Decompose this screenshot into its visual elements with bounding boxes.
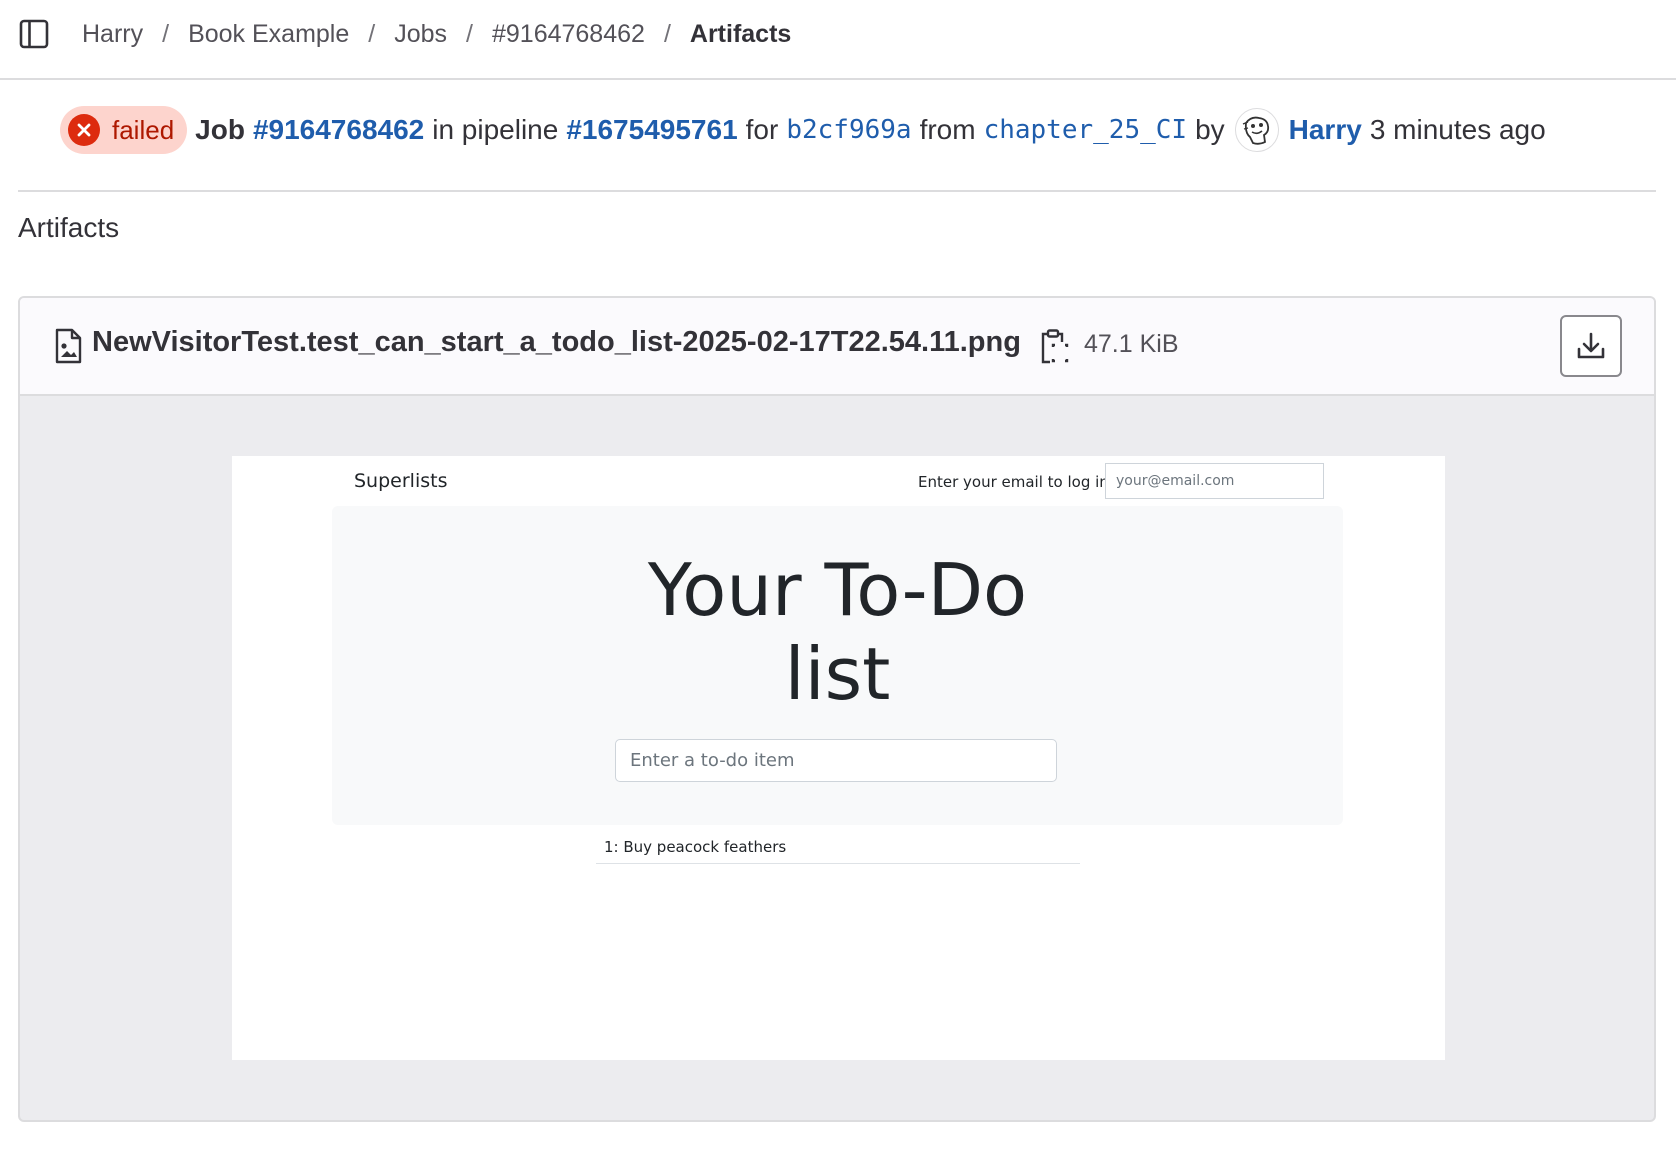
job-header: failed Job #9164768462 in pipeline #1675… [18, 82, 1656, 192]
for-text: for [745, 114, 779, 145]
failed-status-icon [68, 114, 100, 146]
file-image-icon [55, 328, 82, 364]
user-avatar-icon [1237, 111, 1276, 149]
by-text: by [1195, 114, 1225, 145]
breadcrumb-separator: / [663, 19, 671, 48]
page-title: Artifacts [18, 212, 120, 243]
sidebar-icon [19, 19, 49, 49]
download-icon [1577, 332, 1605, 359]
file-size: 47.1 KiB [1084, 330, 1179, 358]
preview-table-row: 1: Buy peacock feathers [596, 830, 1080, 864]
user-link[interactable]: Harry [1289, 114, 1362, 146]
download-button[interactable] [1560, 315, 1622, 377]
preview-brand: Superlists [354, 470, 448, 492]
copy-to-clipboard-icon[interactable] [1038, 329, 1070, 365]
in-pipeline-text: in pipeline [432, 114, 559, 145]
status-label: failed [112, 114, 175, 145]
status-badge[interactable]: failed [60, 106, 188, 154]
sidebar-toggle-button[interactable] [14, 14, 54, 54]
branch-link[interactable]: chapter_25_CI [984, 115, 1188, 145]
file-card: NewVisitorTest.test_can_start_a_todo_lis… [18, 296, 1656, 1122]
preview-heading: Your To-Do list [647, 548, 1028, 716]
breadcrumb-current[interactable]: Artifacts [690, 20, 791, 49]
artifact-image-preview: Superlists Enter your email to log in Yo… [232, 456, 1445, 1060]
commit-link[interactable]: b2cf969a [786, 115, 911, 145]
job-id-link[interactable]: #9164768462 [253, 114, 424, 146]
avatar[interactable] [1234, 108, 1279, 152]
preview-email-input [1105, 463, 1324, 499]
breadcrumb-separator: / [162, 19, 170, 48]
file-header: NewVisitorTest.test_can_start_a_todo_lis… [20, 298, 1654, 396]
breadcrumb-separator: / [466, 19, 473, 48]
job-word: Job [195, 114, 245, 145]
preview-login-label: Enter your email to log in [918, 473, 1109, 491]
breadcrumb-separator: / [368, 19, 376, 48]
preview-jumbotron: Your To-Do list [332, 506, 1343, 825]
breadcrumb-item-job-id[interactable]: #9164768462 [492, 20, 645, 49]
breadcrumb: Harry / Book Example / Jobs / #916476846… [82, 0, 791, 68]
breadcrumb-item-book-example[interactable]: Book Example [188, 20, 349, 49]
job-summary: failed Job #9164768462 in pipeline #1675… [60, 106, 1546, 154]
breadcrumb-item-jobs[interactable]: Jobs [394, 20, 447, 49]
preview-todo-input [615, 739, 1057, 782]
top-bar: Harry / Book Example / Jobs / #916476846… [0, 0, 1676, 80]
time-ago: 3 minutes ago [1369, 114, 1546, 145]
file-name: NewVisitorTest.test_can_start_a_todo_lis… [92, 326, 1021, 358]
from-text: from [919, 114, 976, 145]
breadcrumb-item-harry[interactable]: Harry [82, 20, 143, 49]
pipeline-id-link[interactable]: #1675495761 [566, 114, 737, 146]
